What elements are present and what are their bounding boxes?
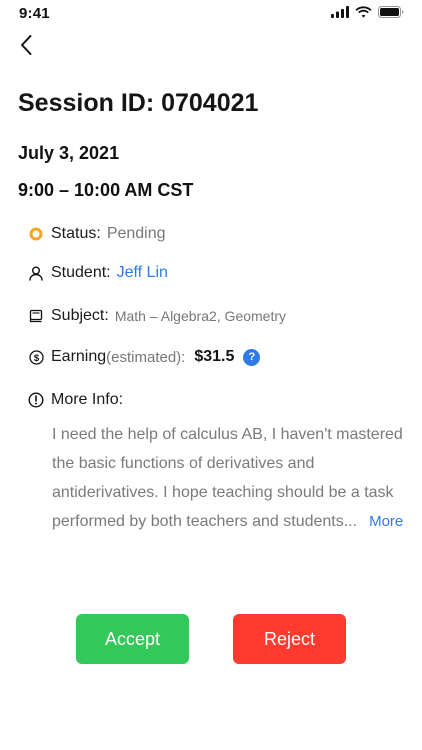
subject-value: Math – Algebra2, Geometry (114, 308, 287, 324)
cellular-signal-icon (331, 6, 349, 18)
session-date: July 3, 2021 (18, 143, 120, 163)
more-info-label: More Info: (51, 391, 124, 408)
book-icon (28, 308, 44, 324)
status-bar: 9:41 (0, 0, 422, 28)
more-info-line: the basic functions of derivatives and (52, 455, 315, 472)
chevron-left-icon (19, 34, 33, 61)
svg-text:$: $ (33, 353, 39, 364)
status-value: Pending (106, 225, 166, 242)
earning-amount: $31.5 (194, 348, 235, 365)
wifi-icon (355, 6, 372, 18)
page-title: Session ID: 0704021 (18, 89, 259, 117)
status-row: Status: Pending (28, 225, 166, 243)
more-link[interactable]: More (369, 513, 403, 530)
student-name-link[interactable]: Jeff Lin (117, 264, 168, 282)
more-info-line: performed by both teachers and students.… (52, 513, 358, 530)
reject-button[interactable]: Reject (233, 614, 346, 664)
back-button[interactable] (12, 33, 40, 61)
status-ring-icon (28, 226, 44, 242)
student-row: Student: Jeff Lin (28, 264, 168, 282)
status-time: 9:41 (19, 5, 50, 22)
student-label: Student: (51, 264, 111, 281)
exclamation-circle-icon (28, 392, 44, 408)
session-time: 9:00 – 10:00 AM CST (18, 180, 194, 200)
question-icon[interactable]: ? (243, 348, 261, 366)
more-info-line: I need the help of calculus AB, I haven'… (52, 426, 403, 443)
status-label: Status: (51, 225, 101, 242)
battery-icon (378, 6, 404, 18)
more-info-text: I need the help of calculus AB, I haven'… (52, 420, 412, 536)
status-icons (331, 6, 404, 18)
more-info-line: antiderivatives. I hope teaching should … (52, 484, 394, 501)
earning-estimated-note: (estimated): (106, 348, 186, 366)
session-detail-screen: 9:41 Session ID: 0704021 July 3, 2021 9:… (0, 0, 422, 750)
dollar-circle-icon: $ (28, 349, 44, 365)
earning-label: Earning (51, 348, 107, 365)
subject-label: Subject: (51, 307, 109, 324)
accept-button[interactable]: Accept (76, 614, 189, 664)
more-info-line-last: performed by both teachers and students.… (52, 507, 412, 536)
subject-row: Subject: Math – Algebra2, Geometry (28, 307, 286, 325)
more-info-row: More Info: (28, 391, 123, 409)
user-icon (28, 265, 44, 281)
earning-row: $ Earning (estimated): $31.5 ? (28, 348, 261, 366)
